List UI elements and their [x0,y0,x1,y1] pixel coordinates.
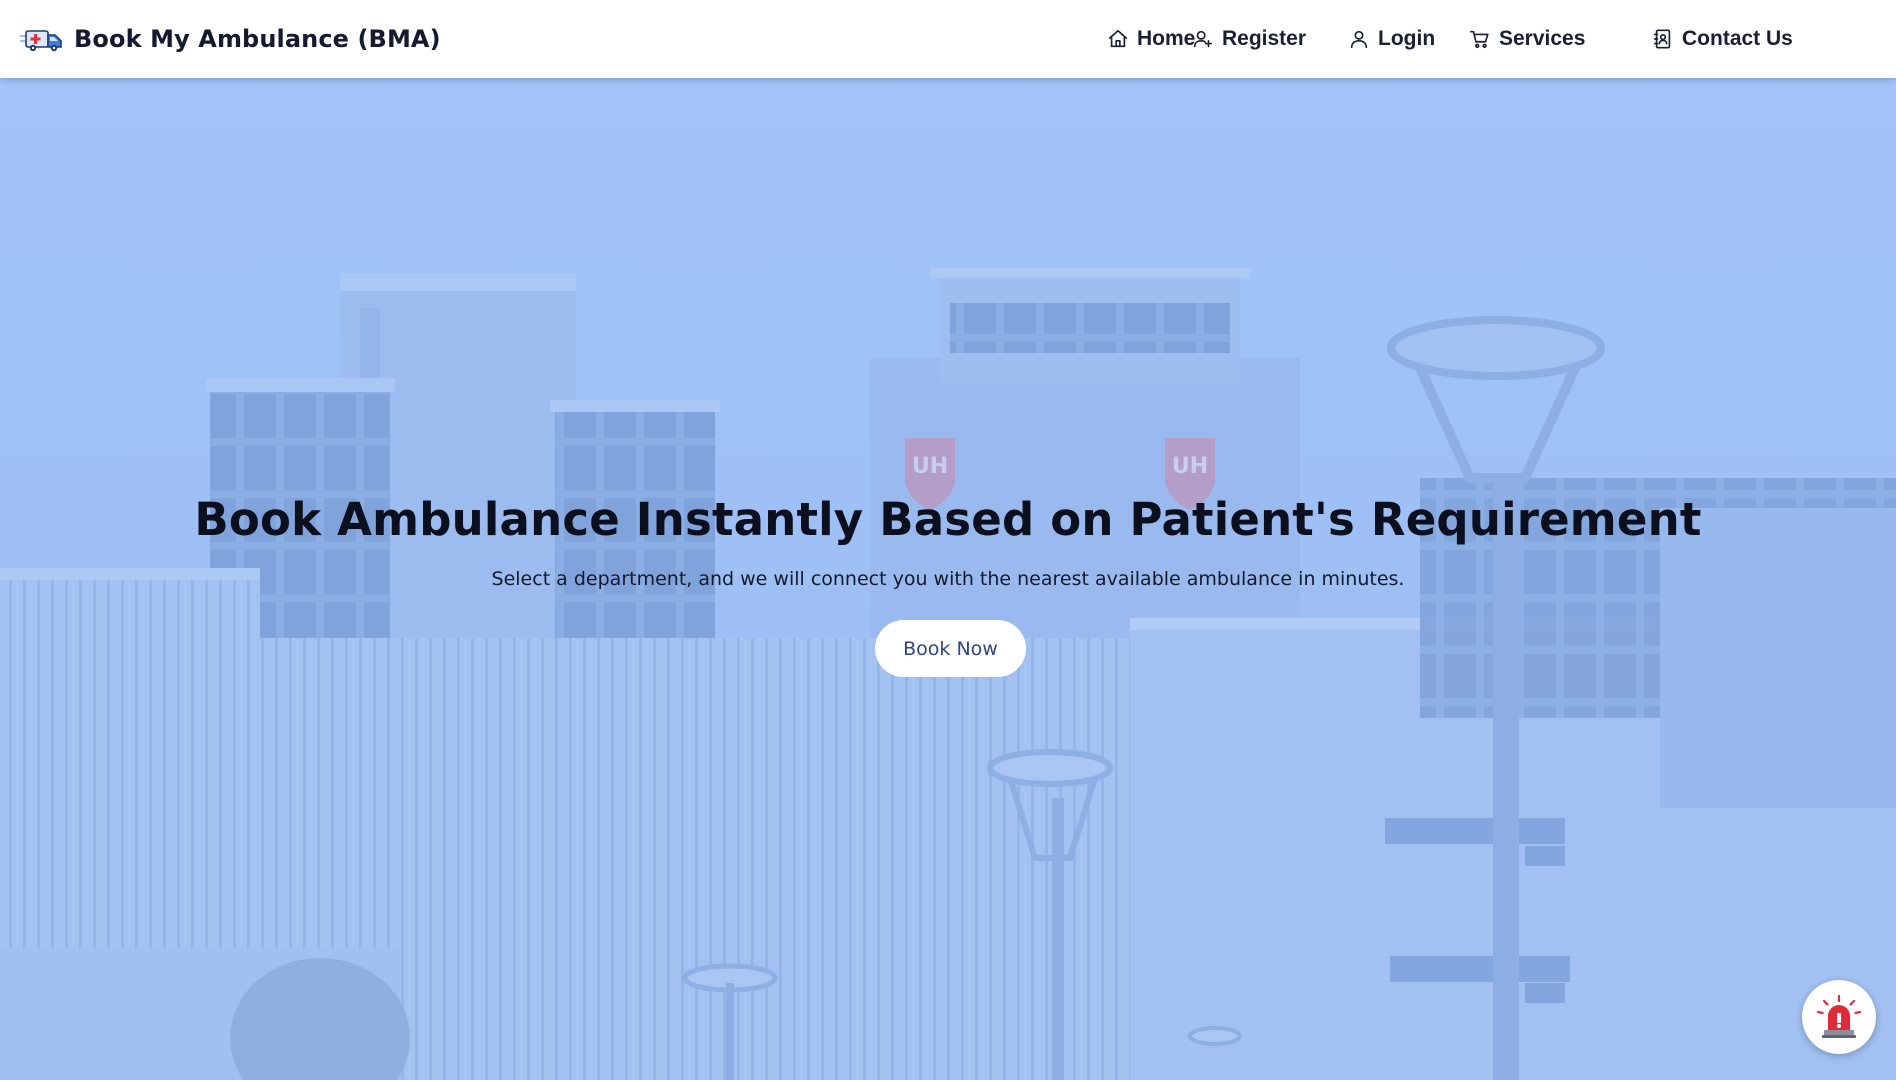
nav-register-label: Register [1222,27,1307,50]
user-plus-icon [1193,30,1213,48]
home-icon [1108,29,1128,48]
brand-name: Book My Ambulance (BMA) [74,25,441,53]
nav-home-label: Home [1137,27,1196,50]
navbar: Book My Ambulance (BMA) Home Register Lo… [0,0,1896,78]
ambulance-icon [20,30,62,52]
user-icon [1350,30,1368,49]
cart-icon [1470,30,1489,49]
nav-home[interactable]: Home [1107,27,1195,51]
nav-login-label: Login [1378,27,1436,50]
nav-services-label: Services [1499,27,1586,50]
nav-services[interactable]: Services [1469,27,1585,51]
nav-contact-label: Contact Us [1682,27,1793,50]
hero-section: UH UH Book Ambulance Instantly Based on … [0,78,1896,1080]
hero-content: Book Ambulance Instantly Based on Patien… [0,78,1896,1080]
nav-contact[interactable]: Contact Us [1652,27,1793,51]
hero-subtitle: Select a department, and we will connect… [491,568,1405,590]
emergency-siren-icon [1816,994,1862,1038]
hero-title: Book Ambulance Instantly Based on Patien… [194,493,1702,546]
nav-register[interactable]: Register [1192,27,1306,51]
book-now-button[interactable]: Book Now [875,620,1026,677]
nav-login[interactable]: Login [1348,27,1435,51]
brand[interactable]: Book My Ambulance (BMA) [20,0,441,78]
contact-book-icon [1653,29,1671,49]
emergency-button[interactable] [1802,980,1876,1054]
